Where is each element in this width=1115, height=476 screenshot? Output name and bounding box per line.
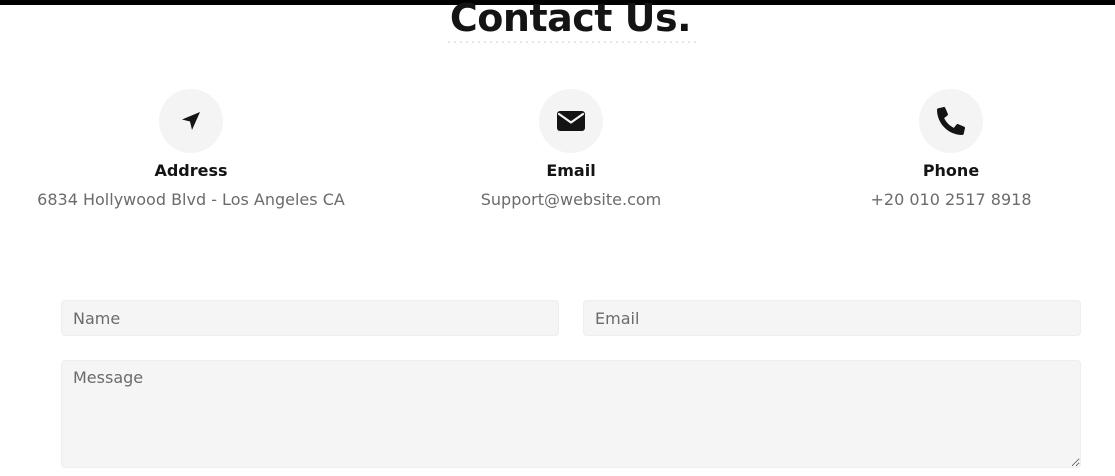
message-textarea[interactable] — [61, 360, 1081, 468]
icon-circle — [919, 89, 983, 153]
email-input[interactable] — [583, 300, 1081, 336]
contact-value-email[interactable]: Support@website.com — [381, 189, 761, 211]
contact-card-address: Address 6834 Hollywood Blvd - Los Angele… — [1, 89, 381, 211]
envelope-icon — [557, 111, 585, 131]
contact-label-phone: Phone — [922, 161, 980, 180]
name-input[interactable] — [61, 300, 559, 336]
page-title: Contact Us. — [449, 0, 692, 40]
contact-label-email: Email — [546, 161, 596, 180]
contact-label-address: Address — [154, 161, 228, 180]
location-arrow-icon — [182, 112, 200, 130]
phone-icon — [937, 107, 965, 135]
contact-value-address: 6834 Hollywood Blvd - Los Angeles CA — [37, 190, 345, 209]
contact-card-phone: Phone +20 010 2517 8918 — [761, 89, 1115, 211]
icon-circle — [539, 89, 603, 153]
icon-circle — [159, 89, 223, 153]
contact-value-phone[interactable]: +20 010 2517 8918 — [761, 189, 1115, 211]
contact-card-email: Email Support@website.com — [381, 89, 761, 211]
title-underline — [446, 41, 696, 43]
